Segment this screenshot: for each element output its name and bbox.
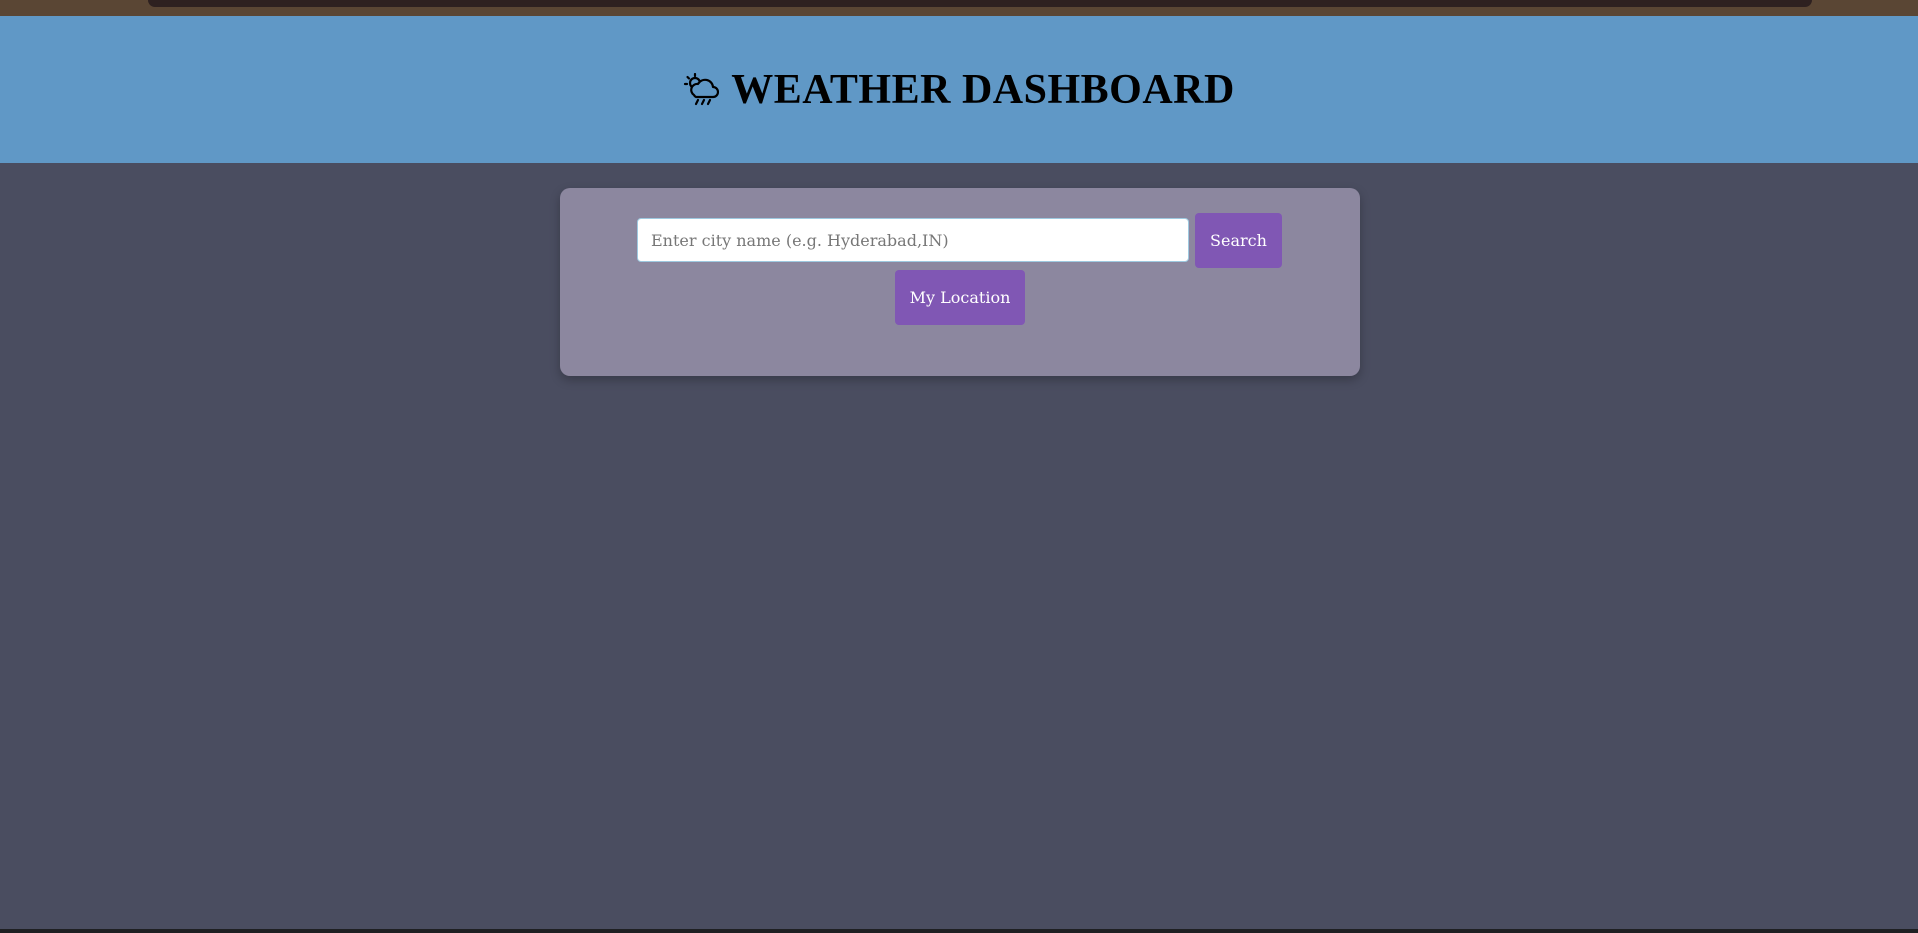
city-search-input[interactable] bbox=[637, 218, 1189, 262]
bottom-strip bbox=[0, 929, 1918, 933]
search-button[interactable]: Search bbox=[1195, 213, 1282, 268]
page-header: WEATHER DASHBOARD bbox=[0, 16, 1918, 163]
browser-top-bar bbox=[148, 0, 1812, 7]
search-panel: Search My Location bbox=[560, 188, 1360, 376]
page-title-container: WEATHER DASHBOARD bbox=[683, 66, 1235, 114]
my-location-button[interactable]: My Location bbox=[895, 270, 1025, 325]
sun-behind-rain-cloud-icon bbox=[683, 72, 720, 107]
page-title: WEATHER DASHBOARD bbox=[731, 66, 1235, 113]
browser-top-strip bbox=[0, 0, 1918, 16]
